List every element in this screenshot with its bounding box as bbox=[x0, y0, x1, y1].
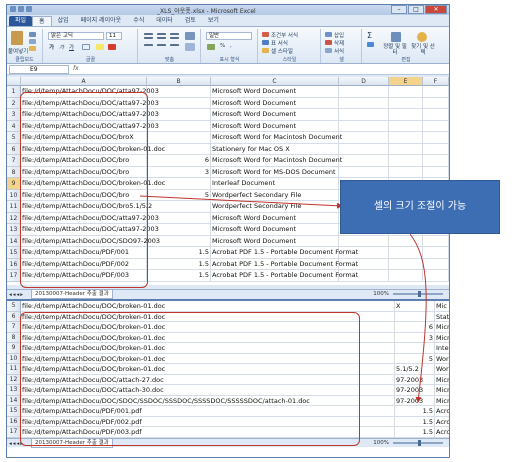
arrow-to-resized-grid bbox=[409, 233, 427, 403]
arrow-to-callout bbox=[139, 195, 343, 209]
callout-box: 셀의 크기 조절이 가능 bbox=[340, 180, 500, 234]
